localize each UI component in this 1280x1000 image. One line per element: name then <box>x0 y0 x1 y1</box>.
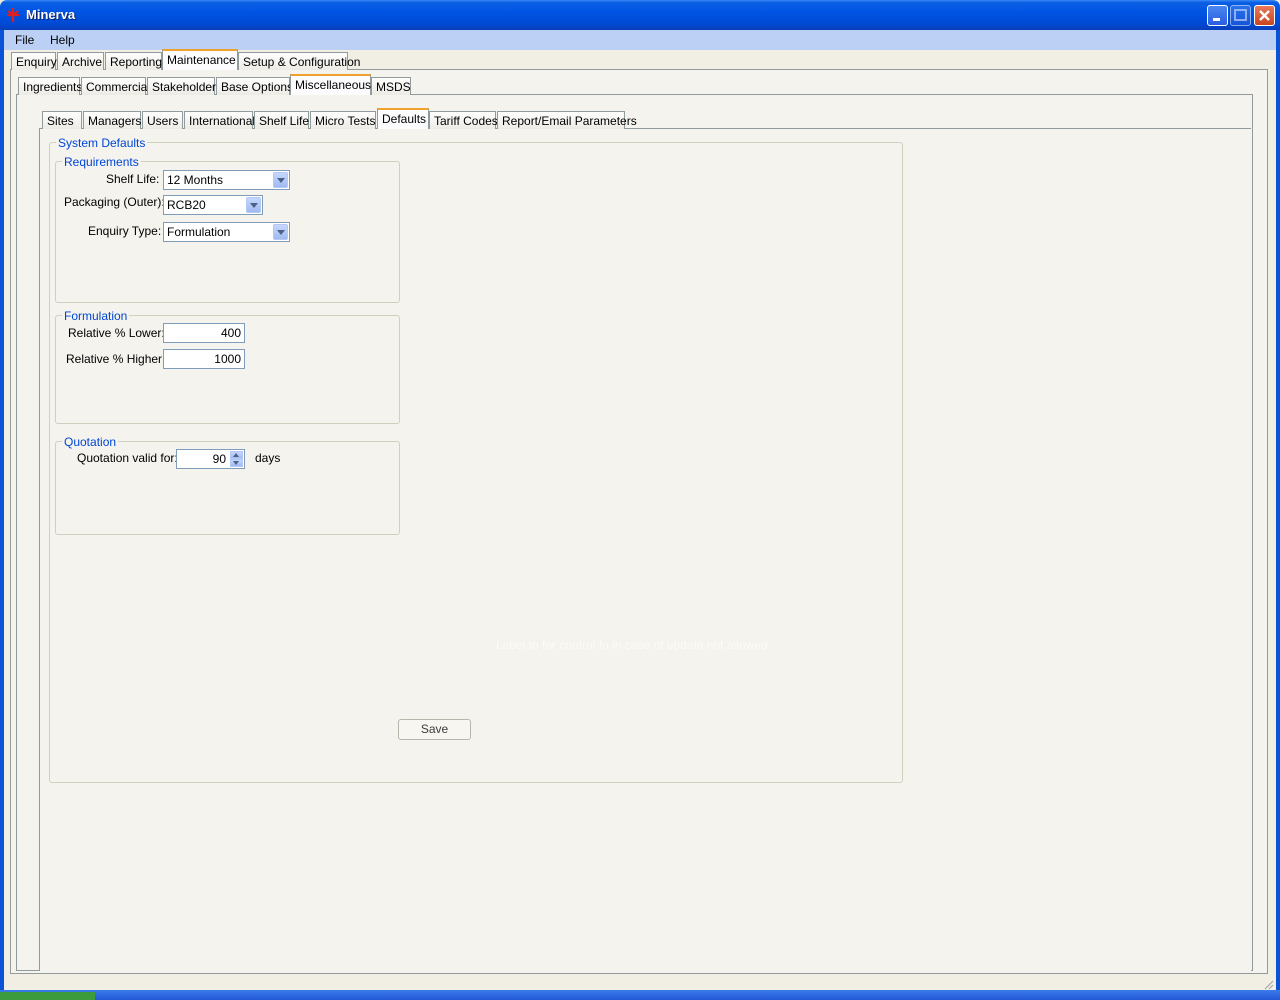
quotation-unit-label: days <box>255 451 281 465</box>
shelf-life-label: Shelf Life: <box>106 172 160 186</box>
chevron-down-icon[interactable] <box>246 197 261 213</box>
tab-international[interactable]: International <box>184 111 255 129</box>
tab-micro-tests[interactable]: Micro Tests <box>310 111 376 129</box>
system-defaults-title: System Defaults <box>56 136 148 150</box>
taskbar <box>0 990 1280 1000</box>
relative-lower-input[interactable]: 400 <box>163 323 245 343</box>
menu-file[interactable]: File <box>15 33 34 47</box>
minimize-button[interactable] <box>1207 5 1228 26</box>
resize-grip-icon[interactable] <box>1262 978 1274 990</box>
start-button[interactable] <box>0 992 95 1000</box>
tab-reporting[interactable]: Reporting <box>105 52 162 70</box>
tab-commercial[interactable]: Commercial <box>81 77 150 95</box>
shelf-life-select[interactable]: 12 Months <box>163 170 290 190</box>
quotation-title: Quotation <box>62 435 119 449</box>
enquiry-type-label: Enquiry Type: <box>88 224 162 238</box>
spin-down-icon[interactable] <box>230 459 243 467</box>
window-title: Minerva <box>26 7 76 22</box>
chevron-down-icon[interactable] <box>273 224 288 240</box>
window-frame-right <box>1276 30 1280 995</box>
title-bar[interactable] <box>0 0 1280 30</box>
relative-higher-input[interactable]: 1000 <box>163 349 245 369</box>
tab-sites[interactable]: Sites <box>42 111 82 129</box>
packaging-label: Packaging (Outer): <box>64 195 165 209</box>
tab-archive[interactable]: Archive <box>57 52 104 70</box>
shelf-life-value: 12 Months <box>167 173 224 187</box>
tab-miscellaneous[interactable]: Miscellaneous <box>290 74 371 95</box>
spin-up-icon[interactable] <box>230 451 243 459</box>
tab-stakeholder[interactable]: Stakeholder <box>147 77 216 95</box>
formulation-title: Formulation <box>62 309 130 323</box>
packaging-value: RCB20 <box>167 198 206 212</box>
update-not-allowed-label: Label to for control fo in case of updat… <box>496 638 768 652</box>
tab-users[interactable]: Users <box>142 111 183 129</box>
enquiry-type-value: Formulation <box>167 225 231 239</box>
tab-setup-configuration[interactable]: Setup & Configuration <box>238 52 360 70</box>
tab-report-email-parameters[interactable]: Report/Email Parameters <box>497 111 637 129</box>
chevron-down-icon[interactable] <box>273 172 288 188</box>
packaging-select[interactable]: RCB20 <box>163 195 263 215</box>
tab-maintenance[interactable]: Maintenance <box>162 49 238 70</box>
quotation-valid-label: Quotation valid for: <box>77 451 178 465</box>
tab-msds[interactable]: MSDS <box>371 77 411 95</box>
menu-bar <box>4 30 1276 50</box>
menu-help[interactable]: Help <box>50 33 75 47</box>
enquiry-type-select[interactable]: Formulation <box>163 222 290 242</box>
tab-enquiry[interactable]: Enquiry <box>11 52 57 70</box>
tab-ingredients[interactable]: Ingredients <box>18 77 82 95</box>
quotation-valid-stepper[interactable]: 90 <box>176 449 245 469</box>
relative-lower-label: Relative % Lower: <box>68 326 165 340</box>
maximize-button[interactable] <box>1230 5 1251 26</box>
relative-higher-label: Relative % Higher: <box>66 352 166 366</box>
tab-tariff-codes[interactable]: Tariff Codes <box>429 111 498 129</box>
tab-managers[interactable]: Managers <box>83 111 141 129</box>
requirements-title: Requirements <box>62 155 141 169</box>
app-logo-icon <box>5 7 21 23</box>
save-button[interactable]: Save <box>398 719 471 740</box>
tab-defaults[interactable]: Defaults <box>377 108 429 129</box>
tab-base-options[interactable]: Base Options <box>216 77 293 95</box>
close-button[interactable] <box>1254 5 1275 26</box>
tab-shelf-life[interactable]: Shelf Life <box>254 111 309 129</box>
quotation-valid-value: 90 <box>212 452 226 466</box>
